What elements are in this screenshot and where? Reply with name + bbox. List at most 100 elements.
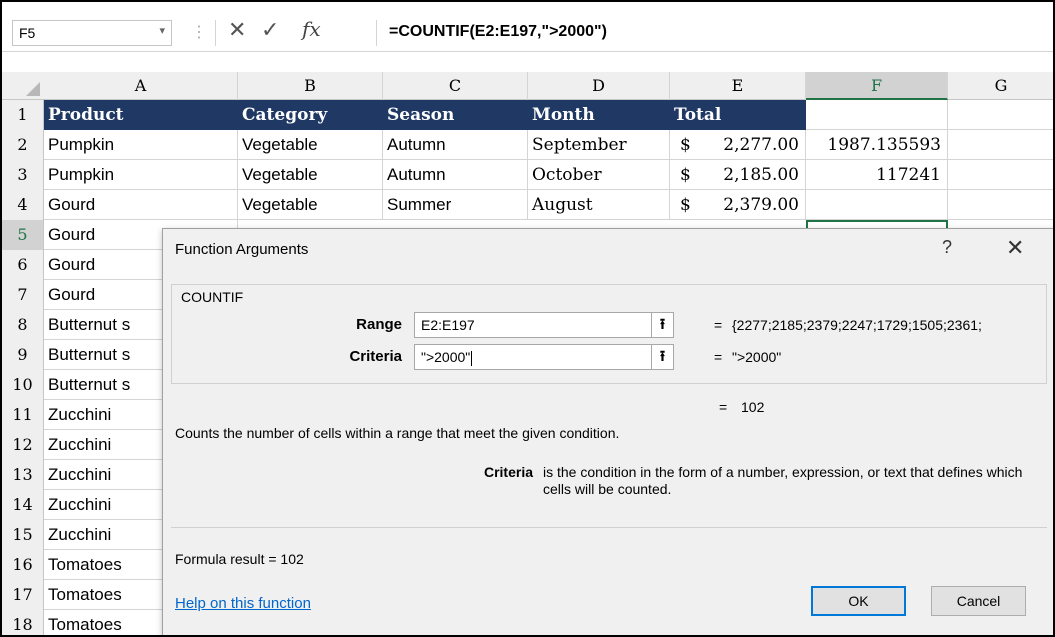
formula-input[interactable]: =COUNTIF(E2:E197,">2000") (376, 20, 1053, 46)
criteria-input[interactable]: ">2000" ⭱ (414, 344, 674, 370)
row-header[interactable]: 15 (2, 520, 44, 550)
cell[interactable]: Vegetable (238, 160, 383, 190)
argument-help-label: Criteria (483, 464, 533, 480)
cell[interactable]: $ 2,277.00 (670, 130, 806, 160)
row-header[interactable]: 1 (2, 100, 44, 130)
function-group-box: COUNTIF Range E2:E197 ⭱ = {2277;2185;237… (171, 284, 1047, 384)
cell[interactable]: September (528, 130, 670, 160)
criteria-result: ">2000" (732, 349, 782, 365)
criteria-label: Criteria (349, 348, 402, 365)
cell[interactable]: Gourd (44, 190, 238, 220)
cell[interactable]: Pumpkin (44, 160, 238, 190)
table-row: 3 Pumpkin Vegetable Autumn October $ 2,1… (2, 160, 1053, 190)
column-header-f[interactable]: F (806, 72, 948, 100)
formula-bar: F5 ▾ ⋮ ✕ ✓ fx =COUNTIF(E2:E197,">2000") (2, 2, 1053, 52)
row-header[interactable]: 2 (2, 130, 44, 160)
range-label: Range (356, 316, 402, 333)
cell[interactable]: Month (528, 100, 670, 130)
text-caret (471, 350, 473, 366)
currency-symbol: $ (680, 135, 691, 155)
range-equals: = (714, 317, 723, 333)
column-header-d[interactable]: D (528, 72, 670, 100)
row-header[interactable]: 17 (2, 580, 44, 610)
select-all-corner[interactable] (2, 72, 44, 100)
criteria-input-value: ">2000" (421, 349, 471, 365)
chevron-down-icon[interactable]: ▾ (159, 24, 165, 37)
cell[interactable]: Autumn (383, 160, 528, 190)
cell-value: 2,185.00 (723, 165, 799, 185)
row-header[interactable]: 12 (2, 430, 44, 460)
formula-result: Formula result = 102 (175, 551, 304, 567)
cell[interactable]: 117241 (806, 160, 948, 190)
cell[interactable]: Pumpkin (44, 130, 238, 160)
row-header[interactable]: 10 (2, 370, 44, 400)
cell[interactable]: Autumn (383, 130, 528, 160)
column-header-e[interactable]: E (670, 72, 806, 100)
insert-function-icon[interactable]: fx (302, 17, 321, 41)
cell[interactable]: Total (670, 100, 806, 130)
cancel-button[interactable]: Cancel (931, 586, 1026, 616)
currency-symbol: $ (680, 195, 691, 215)
name-box-value: F5 (19, 25, 36, 41)
help-on-function-link[interactable]: Help on this function (175, 595, 311, 612)
cell[interactable]: August (528, 190, 670, 220)
cell[interactable]: Summer (383, 190, 528, 220)
row-header[interactable]: 7 (2, 280, 44, 310)
row-header[interactable]: 11 (2, 400, 44, 430)
column-header-c[interactable]: C (383, 72, 528, 100)
row-header[interactable]: 8 (2, 310, 44, 340)
cell[interactable]: Vegetable (238, 130, 383, 160)
cell[interactable]: October (528, 160, 670, 190)
cell[interactable]: Season (383, 100, 528, 130)
cell[interactable]: Category (238, 100, 383, 130)
cell[interactable] (806, 190, 948, 220)
argument-help-text: is the condition in the form of a number… (543, 464, 1023, 497)
cancel-icon[interactable]: ✕ (228, 17, 246, 43)
drag-handle-icon[interactable]: ⋮ (191, 22, 207, 42)
row-header[interactable]: 16 (2, 550, 44, 580)
result-equals: = (719, 399, 728, 415)
row-header[interactable]: 3 (2, 160, 44, 190)
ok-button[interactable]: OK (811, 586, 906, 616)
name-box[interactable]: F5 ▾ (12, 20, 172, 46)
column-header-a[interactable]: A (44, 72, 238, 100)
cell[interactable]: Vegetable (238, 190, 383, 220)
help-icon[interactable]: ? (942, 237, 952, 258)
function-description: Counts the number of cells within a rang… (175, 425, 620, 441)
enter-icon[interactable]: ✓ (261, 17, 279, 43)
result-value: 102 (741, 399, 765, 415)
excel-window: F5 ▾ ⋮ ✕ ✓ fx =COUNTIF(E2:E197,">2000") … (0, 0, 1055, 637)
function-name: COUNTIF (181, 289, 244, 305)
table-row: 1 Product Category Season Month Total (2, 100, 1053, 130)
row-header[interactable]: 6 (2, 250, 44, 280)
row-header[interactable]: 18 (2, 610, 44, 635)
row-header[interactable]: 9 (2, 340, 44, 370)
range-result: {2277;2185;2379;2247;1729;1505;2361; (732, 317, 982, 333)
formula-bar-divider (215, 20, 216, 46)
table-row: 4 Gourd Vegetable Summer August $ 2,379.… (2, 190, 1053, 220)
row-header[interactable]: 5 (2, 220, 44, 250)
cell[interactable]: 1987.135593 (806, 130, 948, 160)
cell[interactable]: $ 2,379.00 (670, 190, 806, 220)
close-icon[interactable]: ✕ (1006, 235, 1024, 261)
currency-symbol: $ (680, 165, 691, 185)
cell[interactable]: Product (44, 100, 238, 130)
column-header-g[interactable]: G (948, 72, 1053, 100)
collapse-dialog-icon[interactable]: ⭱ (651, 345, 673, 369)
dialog-title: Function Arguments (175, 241, 309, 258)
range-input-value: E2:E197 (421, 317, 475, 333)
row-header[interactable]: 13 (2, 460, 44, 490)
cell-value: 2,379.00 (723, 195, 799, 215)
cell[interactable]: $ 2,185.00 (670, 160, 806, 190)
collapse-dialog-icon[interactable]: ⭱ (651, 313, 673, 337)
row-header[interactable]: 4 (2, 190, 44, 220)
cell[interactable] (806, 100, 948, 130)
criteria-equals: = (714, 349, 723, 365)
column-header-b[interactable]: B (238, 72, 383, 100)
column-header-bar: A B C D E F G (2, 72, 1053, 100)
function-arguments-dialog: Function Arguments ? ✕ COUNTIF Range E2:… (162, 228, 1053, 635)
dialog-divider (171, 527, 1047, 528)
row-header[interactable]: 14 (2, 490, 44, 520)
range-input[interactable]: E2:E197 ⭱ (414, 312, 674, 338)
cell-value: 2,277.00 (723, 135, 799, 155)
